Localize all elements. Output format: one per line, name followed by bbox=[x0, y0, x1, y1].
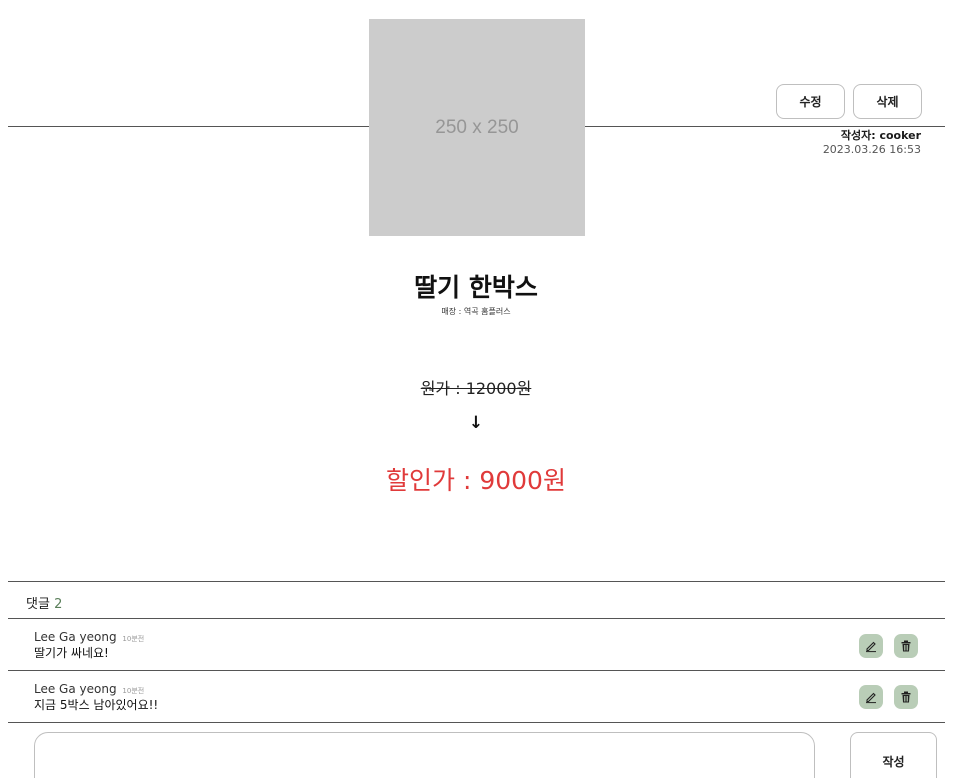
comment-delete-button[interactable] bbox=[894, 634, 918, 658]
comment-time: 10분전 bbox=[122, 635, 145, 643]
comment-edit-button[interactable] bbox=[859, 685, 883, 709]
trash-icon bbox=[901, 691, 911, 703]
comment-item: Lee Ga yeong 10분전 지금 5박스 남아있어요!! bbox=[34, 682, 158, 712]
comment-author: Lee Ga yeong bbox=[34, 630, 117, 644]
pencil-icon bbox=[866, 692, 876, 704]
edit-button[interactable]: 수정 bbox=[776, 84, 845, 119]
original-price: 원가 : 12000원 bbox=[420, 379, 532, 398]
comments-count: 2 bbox=[54, 597, 63, 612]
comment-text: 딸기가 싸네요! bbox=[34, 646, 109, 660]
comments-header-divider bbox=[8, 618, 945, 619]
comment-item: Lee Ga yeong 10분전 딸기가 싸네요! bbox=[34, 630, 144, 660]
delete-button[interactable]: 삭제 bbox=[853, 84, 922, 119]
pencil-icon bbox=[866, 641, 876, 653]
comment-delete-button[interactable] bbox=[894, 685, 918, 709]
comment-input[interactable] bbox=[34, 732, 815, 778]
author-info: 작성자: cooker 2023.03.26 16:53 bbox=[823, 129, 921, 157]
post-detail-page: 250 x 250 수정 삭제 작성자: cooker 2023.03.26 1… bbox=[0, 0, 962, 778]
comment-divider bbox=[8, 722, 945, 723]
image-placeholder-text: 250 x 250 bbox=[435, 116, 519, 138]
post-title: 딸기 한박스 bbox=[414, 273, 538, 302]
comment-time: 10분전 bbox=[122, 687, 145, 695]
author-name: 작성자: cooker bbox=[840, 129, 921, 142]
store-name: 매장 : 역곡 홈플러스 bbox=[441, 307, 511, 316]
comments-label: 댓글 bbox=[26, 597, 50, 612]
post-date: 2023.03.26 16:53 bbox=[822, 143, 921, 156]
arrow-down-icon: ↓ bbox=[468, 413, 484, 433]
comment-divider bbox=[8, 670, 945, 671]
comments-top-divider bbox=[8, 581, 945, 582]
comments-header: 댓글 2 bbox=[26, 593, 62, 612]
product-image: 250 x 250 bbox=[369, 19, 585, 236]
submit-comment-button[interactable]: 작성 bbox=[850, 732, 937, 778]
comment-edit-button[interactable] bbox=[859, 634, 883, 658]
sale-price: 할인가 : 9000원 bbox=[386, 466, 566, 495]
comment-text: 지금 5박스 남아있어요!! bbox=[34, 698, 159, 712]
trash-icon bbox=[901, 640, 911, 652]
comment-author: Lee Ga yeong bbox=[34, 682, 117, 696]
